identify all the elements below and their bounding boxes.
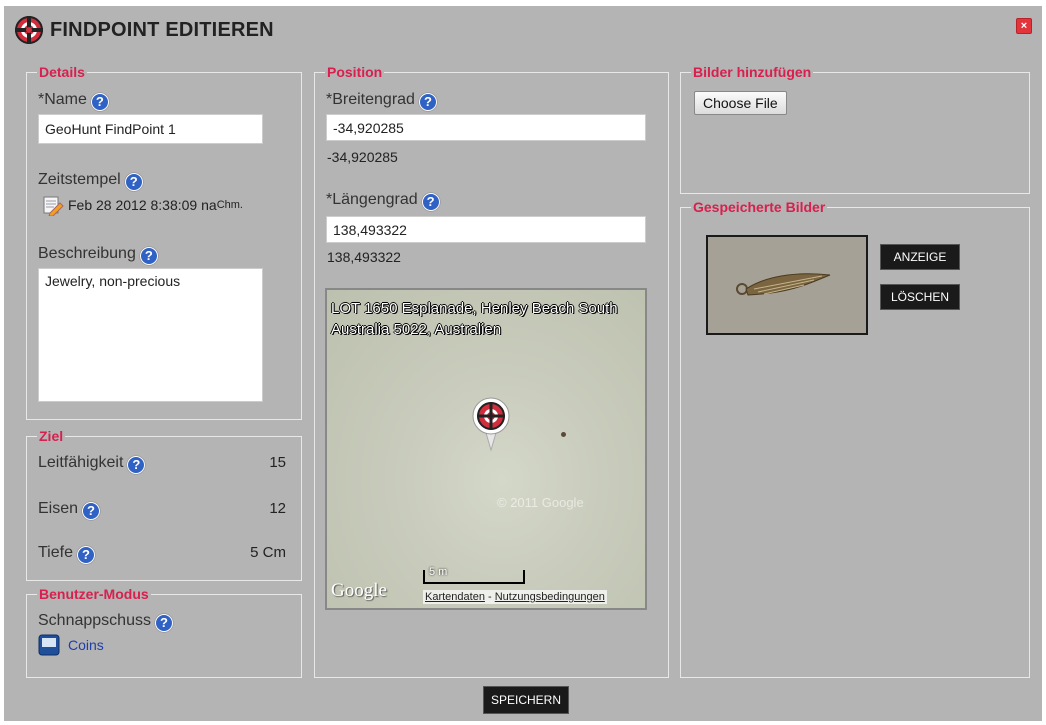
latitude-label-text: *Breitengrad — [326, 91, 415, 108]
conductivity-label-text: Leitfähigkeit — [38, 454, 124, 471]
latitude-label: *Breitengrad? — [326, 91, 437, 111]
choose-file-button[interactable]: Choose File — [694, 91, 787, 115]
snapshot-label: Schnappschuss? — [38, 612, 173, 632]
add-images-legend: Bilder hinzufügen — [691, 64, 814, 80]
show-image-button[interactable]: ANZEIGE — [880, 244, 960, 270]
timestamp-label-text: Zeitstempel — [38, 171, 121, 188]
help-icon[interactable]: ? — [127, 456, 146, 474]
help-icon[interactable]: ? — [76, 546, 95, 564]
conductivity-label: Leitfähigkeit? — [38, 454, 146, 474]
map-scale-text: 5 m — [429, 566, 448, 578]
depth-value: 5 Cm — [250, 544, 286, 561]
ziel-legend: Ziel — [37, 428, 66, 444]
longitude-input[interactable] — [326, 216, 646, 243]
depth-label-text: Tiefe — [38, 544, 73, 561]
map-view[interactable]: LOT 1650 Esplanade, Henley Beach South A… — [325, 288, 647, 610]
map-footer-separator: - — [484, 591, 495, 603]
map-scale-tick — [523, 570, 525, 582]
timestamp-text: Feb 28 2012 8:38:09 na — [68, 197, 217, 213]
delete-image-button[interactable]: LÖSCHEN — [880, 284, 960, 310]
save-button[interactable]: SPEICHERN — [483, 686, 569, 714]
help-icon[interactable]: ? — [418, 93, 437, 111]
latitude-display: -34,920285 — [327, 149, 398, 165]
map-address: LOT 1650 Esplanade, Henley Beach South A… — [331, 300, 618, 338]
map-scale: 5 m — [423, 566, 525, 584]
name-label: *Name? — [38, 91, 109, 111]
conductivity-value: 15 — [269, 454, 286, 471]
map-spot — [561, 432, 566, 437]
longitude-label-text: *Längengrad — [326, 191, 418, 208]
target-logo-icon — [15, 16, 43, 44]
description-textarea[interactable]: Jewelry, non-precious — [38, 268, 263, 402]
help-icon[interactable]: ? — [90, 93, 109, 111]
iron-label-text: Eisen — [38, 500, 79, 517]
help-icon[interactable]: ? — [124, 173, 143, 191]
findpoint-dialog: FINDPOINT EDITIEREN × Details *Name? Zei… — [4, 6, 1042, 721]
map-marker-icon[interactable] — [471, 396, 511, 452]
map-footer: Kartendaten - Nutzungsbedingungen — [423, 590, 607, 604]
timestamp-suffix: Chm. — [216, 199, 243, 211]
snapshot-text: Coins — [68, 637, 104, 653]
description-label-text: Beschreibung — [38, 245, 136, 262]
dialog-title: FINDPOINT EDITIEREN — [50, 18, 274, 41]
timestamp-label: Zeitstempel? — [38, 171, 143, 191]
snapshot-value[interactable]: Coins — [38, 634, 104, 656]
snapshot-icon — [38, 634, 60, 656]
saved-image-thumbnail[interactable] — [706, 235, 868, 335]
map-data-link[interactable]: Kartendaten — [425, 591, 485, 603]
iron-label: Eisen? — [38, 500, 101, 520]
description-label: Beschreibung? — [38, 245, 158, 265]
add-images-section: Bilder hinzufügen — [680, 64, 1030, 194]
details-legend: Details — [37, 64, 87, 80]
iron-value: 12 — [269, 500, 286, 517]
position-legend: Position — [325, 64, 385, 80]
snapshot-label-text: Schnappschuss — [38, 612, 151, 629]
notepad-pencil-icon[interactable] — [42, 194, 64, 216]
help-icon[interactable]: ? — [139, 247, 158, 265]
user-mode-section: Benutzer-Modus — [26, 586, 302, 678]
help-icon[interactable]: ? — [82, 502, 101, 520]
latitude-input[interactable] — [326, 114, 646, 141]
timestamp-value: Feb 28 2012 8:38:09 na Chm. — [42, 194, 243, 216]
terms-link[interactable]: Nutzungsbedingungen — [495, 591, 605, 603]
longitude-label: *Längengrad? — [326, 191, 440, 211]
help-icon[interactable]: ? — [421, 193, 440, 211]
wing-charm-image — [736, 273, 831, 296]
google-logo: Google — [331, 580, 387, 601]
map-watermark: © 2011 Google — [497, 495, 584, 510]
close-icon[interactable]: × — [1016, 18, 1032, 34]
depth-label: Tiefe? — [38, 544, 95, 564]
help-icon[interactable]: ? — [154, 614, 173, 632]
dialog-header: FINDPOINT EDITIEREN — [14, 14, 274, 46]
name-input[interactable] — [38, 114, 263, 144]
saved-images-legend: Gespeicherte Bilder — [691, 199, 828, 215]
name-label-text: *Name — [38, 91, 87, 108]
longitude-display: 138,493322 — [327, 249, 401, 265]
user-mode-legend: Benutzer-Modus — [37, 586, 151, 602]
